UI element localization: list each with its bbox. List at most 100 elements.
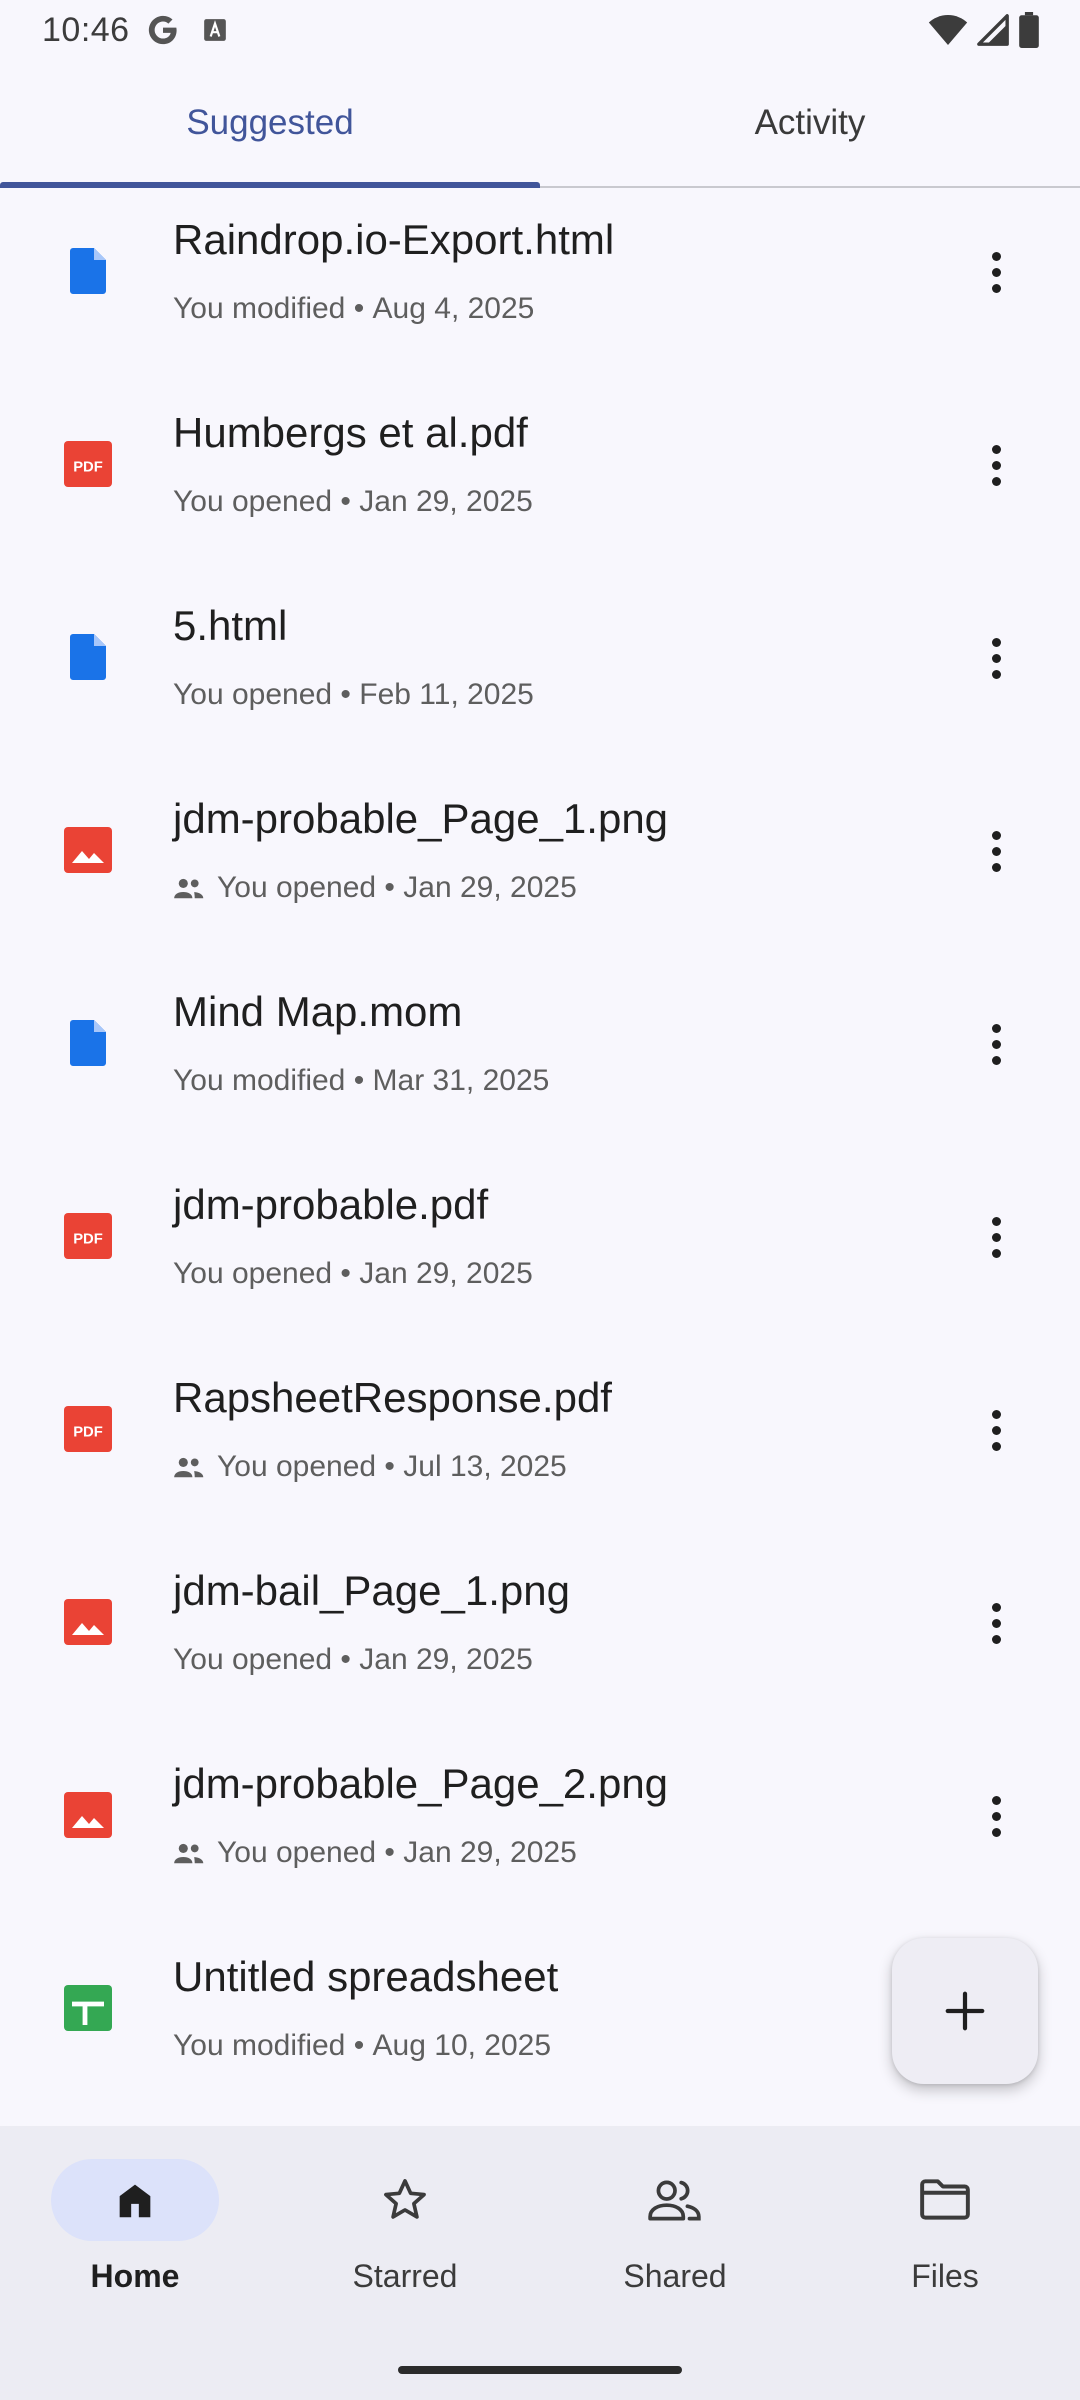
file-meta: You modified • Mar 31, 2025 (173, 1064, 549, 1098)
meta-separator: • (376, 1450, 404, 1483)
more-vert-icon (991, 1216, 1001, 1226)
file-row[interactable]: jdm-probable_Page_1.png You opened • Jan … (0, 767, 1080, 960)
shared-people-icon (174, 878, 204, 899)
spreadsheet-icon (64, 1983, 112, 2033)
file-row[interactable]: PDF jdm-probable.pdf You opened • Jan 29, … (0, 1153, 1080, 1346)
home-icon (119, 2184, 151, 2218)
file-name: jdm-bail_Page_1.png (173, 1567, 570, 1614)
more-options-button[interactable] (972, 433, 1020, 497)
file-row[interactable]: Mind Map.mom You modified • Mar 31, 2025 (0, 960, 1080, 1153)
wifi-icon (928, 15, 968, 45)
file-date: Jan 29, 2025 (403, 871, 577, 904)
meta-separator: • (376, 871, 404, 904)
status-bar: 10:46 (0, 0, 1080, 60)
file-meta: You opened • Jan 29, 2025 (173, 1643, 533, 1677)
image-icon (64, 825, 112, 875)
meta-separator: • (345, 1064, 373, 1097)
more-options-button[interactable] (972, 1398, 1020, 1462)
file-action: You modified (173, 292, 346, 325)
meta-separator: • (332, 485, 360, 518)
more-options-button[interactable] (972, 1205, 1020, 1269)
battery-icon (1019, 12, 1039, 48)
gesture-handle[interactable] (398, 2366, 682, 2374)
nav-active-indicator (51, 2159, 219, 2241)
nav-item-starred[interactable]: Starred (270, 2126, 540, 2400)
more-vert-icon (991, 251, 1001, 261)
meta-separator: • (332, 1643, 360, 1676)
file-meta: You opened • Jul 13, 2025 (173, 1450, 567, 1484)
meta-separator: • (345, 292, 373, 325)
tab-suggested[interactable]: Suggested (0, 60, 540, 188)
more-vert-icon (991, 1795, 1001, 1805)
svg-text:PDF: PDF (73, 459, 103, 475)
file-row[interactable]: jdm-probable_Page_2.png You opened • Jan … (0, 1732, 1080, 1925)
new-button[interactable] (892, 1938, 1038, 2084)
file-meta: You opened • Jan 29, 2025 (173, 1836, 577, 1870)
google-icon (148, 15, 177, 45)
file-date: Aug 10, 2025 (372, 2029, 552, 2062)
file-meta: You opened • Jan 29, 2025 (173, 1257, 533, 1291)
nav-label-home: Home (90, 2258, 180, 2294)
pdf-icon: PDF (64, 1404, 112, 1454)
doc-icon (64, 632, 112, 682)
doc-icon (64, 246, 112, 296)
file-action: You opened (173, 485, 333, 518)
file-meta: You opened • Jan 29, 2025 (173, 871, 577, 905)
file-action: You opened (173, 678, 333, 711)
svg-text:PDF: PDF (73, 1231, 103, 1247)
more-options-button[interactable] (972, 1012, 1020, 1076)
more-vert-icon (991, 1602, 1001, 1612)
file-name: 5.html (173, 602, 288, 649)
status-time: 10:46 (42, 10, 130, 49)
file-action: You modified (173, 1064, 346, 1097)
file-name: jdm-probable_Page_2.png (173, 1760, 669, 1807)
file-row[interactable]: jdm-bail_Page_1.png You opened • Jan 29, … (0, 1539, 1080, 1732)
meta-separator: • (332, 1257, 360, 1290)
more-options-button[interactable] (972, 626, 1020, 690)
file-meta: You modified • Aug 10, 2025 (173, 2029, 551, 2063)
file-row[interactable]: 5.html You opened • Feb 11, 2025 (0, 574, 1080, 767)
file-action: You opened (173, 1257, 333, 1290)
nav-label-shared: Shared (623, 2258, 727, 2294)
file-date: Jan 29, 2025 (359, 485, 533, 518)
more-options-button[interactable] (972, 1784, 1020, 1848)
file-meta: You opened • Feb 11, 2025 (173, 678, 534, 712)
more-options-button[interactable] (972, 1591, 1020, 1655)
more-options-button[interactable] (972, 240, 1020, 304)
file-row[interactable]: PDF RapsheetResponse.pdf You opened • Jul … (0, 1346, 1080, 1539)
meta-separator: • (332, 678, 360, 711)
more-vert-icon (991, 1023, 1001, 1033)
nav-label-files: Files (911, 2258, 979, 2294)
file-meta: You modified • Aug 4, 2025 (173, 292, 534, 326)
file-row[interactable]: Raindrop.io-Export.html You modified • Au… (0, 188, 1080, 381)
tab-bar: Suggested Activity (0, 60, 1080, 188)
more-options-button[interactable] (972, 819, 1020, 883)
file-date: Aug 4, 2025 (372, 292, 535, 325)
nav-item-home[interactable]: Home (0, 2126, 270, 2400)
file-date: Jul 13, 2025 (403, 1450, 567, 1483)
meta-separator: • (376, 1836, 404, 1869)
svg-text:PDF: PDF (73, 1424, 103, 1440)
file-action: You opened (217, 1836, 377, 1869)
file-date: Mar 31, 2025 (372, 1064, 550, 1097)
file-name: jdm-probable_Page_1.png (173, 795, 669, 842)
image-icon (64, 1597, 112, 1647)
file-name: Raindrop.io-Export.html (173, 216, 615, 263)
file-row[interactable]: PDF Humbergs et al.pdf You opened • Jan 29… (0, 381, 1080, 574)
nav-item-shared[interactable]: Shared (540, 2126, 810, 2400)
file-name: Humbergs et al.pdf (173, 409, 528, 456)
star-icon (384, 2179, 426, 2219)
signal-icon (977, 14, 1009, 46)
file-action: You opened (173, 1643, 333, 1676)
tab-activity[interactable]: Activity (540, 60, 1080, 186)
file-name: RapsheetResponse.pdf (173, 1374, 612, 1421)
file-meta: You opened • Jan 29, 2025 (173, 485, 533, 519)
more-vert-icon (991, 444, 1001, 454)
shared-people-icon (174, 1843, 204, 1864)
notification-a-icon (203, 19, 226, 41)
file-date: Jan 29, 2025 (359, 1643, 533, 1676)
folder-icon (920, 2179, 970, 2220)
nav-item-files[interactable]: Files (810, 2126, 1080, 2400)
file-action: You opened (217, 1450, 377, 1483)
file-list: Raindrop.io-Export.html You modified • Au… (0, 188, 1080, 2118)
